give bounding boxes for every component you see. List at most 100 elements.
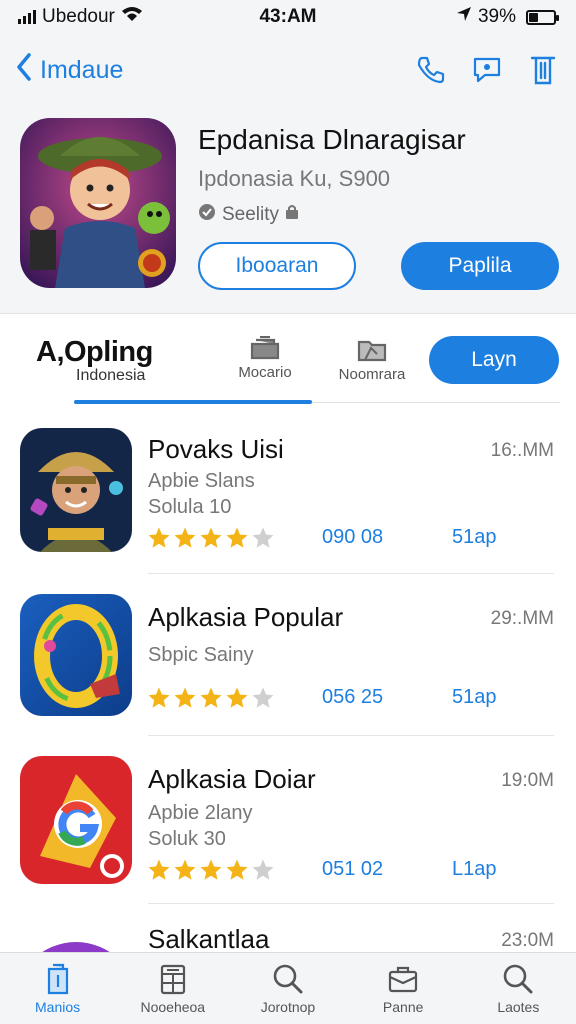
review-count: 090 08 [322, 526, 384, 548]
star-filled-icon [200, 687, 222, 708]
app-icon [20, 428, 132, 552]
get-button[interactable]: L1ap [452, 858, 497, 881]
status-right: 39% [456, 6, 559, 28]
status-left: Ubedour [18, 6, 143, 28]
app-name: Aplkasia Popular [148, 602, 344, 632]
segment-tabs: A,Opling Indonesia Mocario Noomrara Layn [0, 314, 576, 412]
star-filled-icon [174, 687, 196, 708]
battery-icon [526, 9, 559, 25]
app-name: Povaks Uisi [148, 434, 284, 464]
app-size: 29:.MM [490, 608, 554, 629]
back-button[interactable]: Imdaue [16, 52, 124, 88]
app-size: 16:.MM [490, 440, 554, 461]
star-filled-icon [226, 527, 248, 548]
list-item[interactable]: Aplkasia Doiar 19:0M Apbie 2lany Soluk 3… [0, 736, 576, 904]
app-icon [20, 756, 132, 884]
tabbar-label: Laotes [497, 999, 540, 1015]
star-empty-icon [252, 527, 274, 548]
tabbar-item-4[interactable]: Panne [353, 963, 453, 1015]
briefcase-icon [389, 966, 418, 993]
get-button[interactable]: 51ap [452, 686, 497, 709]
tray-icon [250, 336, 280, 360]
navigation-bar: Imdaue [0, 34, 576, 106]
tab-action-button[interactable]: Layn [429, 336, 559, 384]
tabbar-label: Jorotnop [260, 999, 316, 1015]
wifi-icon [121, 6, 143, 28]
star-rating [147, 858, 275, 882]
tab-apps-sublabel: Indonesia [76, 367, 146, 384]
app-size: 19:0M [501, 770, 554, 791]
lock-icon [285, 204, 299, 226]
app-category: Soluk 30 [148, 828, 226, 850]
phone-icon[interactable] [414, 53, 448, 87]
trash-icon[interactable] [526, 53, 560, 87]
tab-3-label: Noomrara [338, 366, 406, 383]
star-rating [147, 526, 275, 550]
review-count: 056 25 [322, 686, 384, 708]
screen: Ubedour 43:AM 39% Imdaue Epdanisa Dlnara… [0, 0, 576, 1024]
clock: 43:AM [259, 6, 317, 27]
star-filled-icon [148, 527, 170, 548]
search-icon [273, 964, 303, 994]
status-bar: Ubedour 43:AM 39% [0, 0, 576, 34]
shield-icon [198, 203, 216, 227]
tabbar-item-apps[interactable]: Manios [8, 963, 108, 1015]
star-filled-icon [200, 859, 222, 880]
star-empty-icon [252, 687, 274, 708]
star-rating [147, 686, 275, 710]
star-filled-icon [226, 687, 248, 708]
apps-icon [47, 963, 68, 995]
tabbar-label: Panne [382, 999, 424, 1015]
tab-apps[interactable]: A,Opling Indonesia [36, 336, 153, 385]
app-icon [20, 118, 176, 288]
app-header: Epdanisa Dlnaragisar Ipdonasia Ku, S900 … [0, 106, 576, 314]
app-name: Salkantlaa [148, 924, 270, 954]
tab-2-label: Mocario [238, 364, 292, 381]
app-size: 23:0M [501, 930, 554, 951]
tab-3[interactable]: Noomrara [322, 336, 422, 383]
app-title: Epdanisa Dlnaragisar [198, 124, 466, 155]
chevron-left-icon [16, 52, 32, 88]
get-button[interactable]: 51ap [452, 526, 497, 549]
location-icon [456, 6, 472, 28]
star-filled-icon [148, 687, 170, 708]
app-list: Povaks Uisi 16:.MM Apbie Slans Solula 10… [0, 412, 576, 1004]
app-developer: Apbie 2lany [148, 802, 253, 824]
star-filled-icon [174, 527, 196, 548]
tab-apps-label: A,Opling [36, 336, 153, 368]
app-name: Aplkasia Doiar [148, 764, 316, 794]
primary-button[interactable]: Paplila [401, 242, 559, 290]
carrier-label: Ubedour [42, 6, 115, 27]
tab-bar: Manios Nooeheoa Jorotnop Panne Laotes [0, 952, 576, 1024]
search-icon [504, 964, 533, 994]
tabbar-label: Manios [35, 999, 81, 1015]
tab-2[interactable]: Mocario [215, 336, 315, 381]
app-developer: Sbpic Sainy [148, 644, 254, 666]
app-developer: Apbie Slans [148, 470, 255, 492]
app-meta: Seelity [198, 203, 299, 227]
list-item[interactable]: Aplkasia Popular 29:.MM Sbpic Sainy 056 … [0, 574, 576, 736]
star-filled-icon [226, 859, 248, 880]
battery-percent: 39% [477, 6, 516, 27]
star-filled-icon [200, 527, 222, 548]
app-subtitle: Ipdonasia Ku, S900 [198, 166, 391, 191]
tab-active-indicator [74, 400, 312, 404]
chat-icon[interactable] [470, 53, 504, 87]
nav-actions [414, 53, 560, 87]
secondary-button[interactable]: Ibooaran [198, 242, 356, 290]
review-count: 051 02 [322, 858, 384, 880]
app-category: Solula 10 [148, 496, 232, 518]
tabbar-item-3[interactable]: Jorotnop [238, 963, 338, 1015]
star-empty-icon [252, 859, 274, 880]
app-icon [20, 594, 132, 716]
signal-icon [18, 10, 36, 24]
star-filled-icon [174, 859, 196, 880]
tabbar-item-2[interactable]: Nooeheoa [123, 963, 223, 1015]
back-label: Imdaue [40, 55, 124, 84]
list-item[interactable]: Povaks Uisi 16:.MM Apbie Slans Solula 10… [0, 412, 576, 574]
calculator-icon [160, 964, 185, 995]
app-meta-label: Seelity [222, 204, 280, 225]
star-filled-icon [148, 859, 170, 880]
tabbar-item-5[interactable]: Laotes [468, 963, 568, 1015]
tabbar-label: Nooeheoa [140, 999, 206, 1015]
